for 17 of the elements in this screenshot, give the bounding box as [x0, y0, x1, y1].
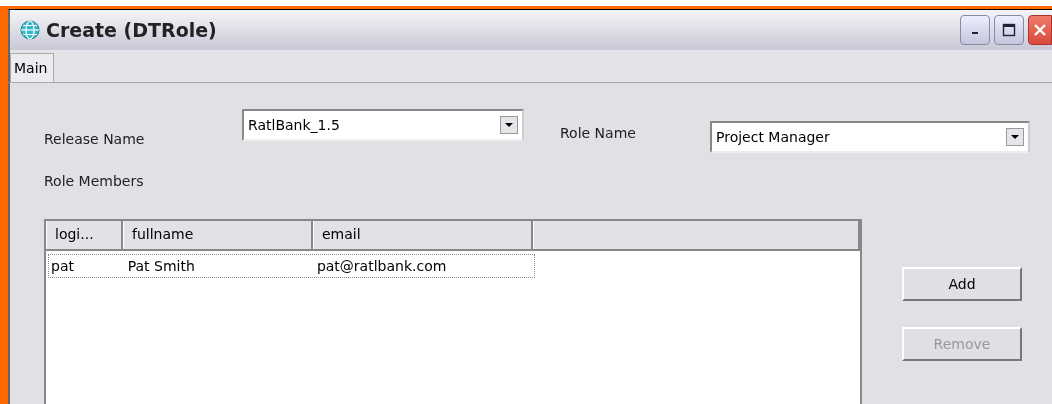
maximize-button[interactable]	[994, 15, 1024, 45]
tab[interactable]: Main	[10, 53, 55, 82]
section-label: Role Members	[44, 173, 145, 189]
column-header[interactable]: logi...	[46, 221, 123, 249]
table-row[interactable]: pat Pat Smith pat@ratlbank.com	[48, 254, 535, 278]
role-name-dropdown[interactable]: Project Manager	[710, 121, 1030, 153]
globe-icon	[20, 20, 40, 40]
column-header[interactable]: fullname	[123, 221, 313, 249]
release-name-dropdown[interactable]: RatlBank_1.5	[242, 109, 524, 141]
close-button[interactable]	[1028, 15, 1052, 45]
field-label: Role Name	[560, 125, 637, 141]
field-label: Release Name	[44, 131, 146, 147]
maximize-icon[interactable]	[1002, 23, 1016, 37]
column-header[interactable]: email	[313, 221, 533, 249]
close-icon[interactable]	[1033, 23, 1047, 37]
window-title: Create (DTRole)	[46, 19, 217, 41]
action-button[interactable]: Add	[902, 267, 1022, 301]
